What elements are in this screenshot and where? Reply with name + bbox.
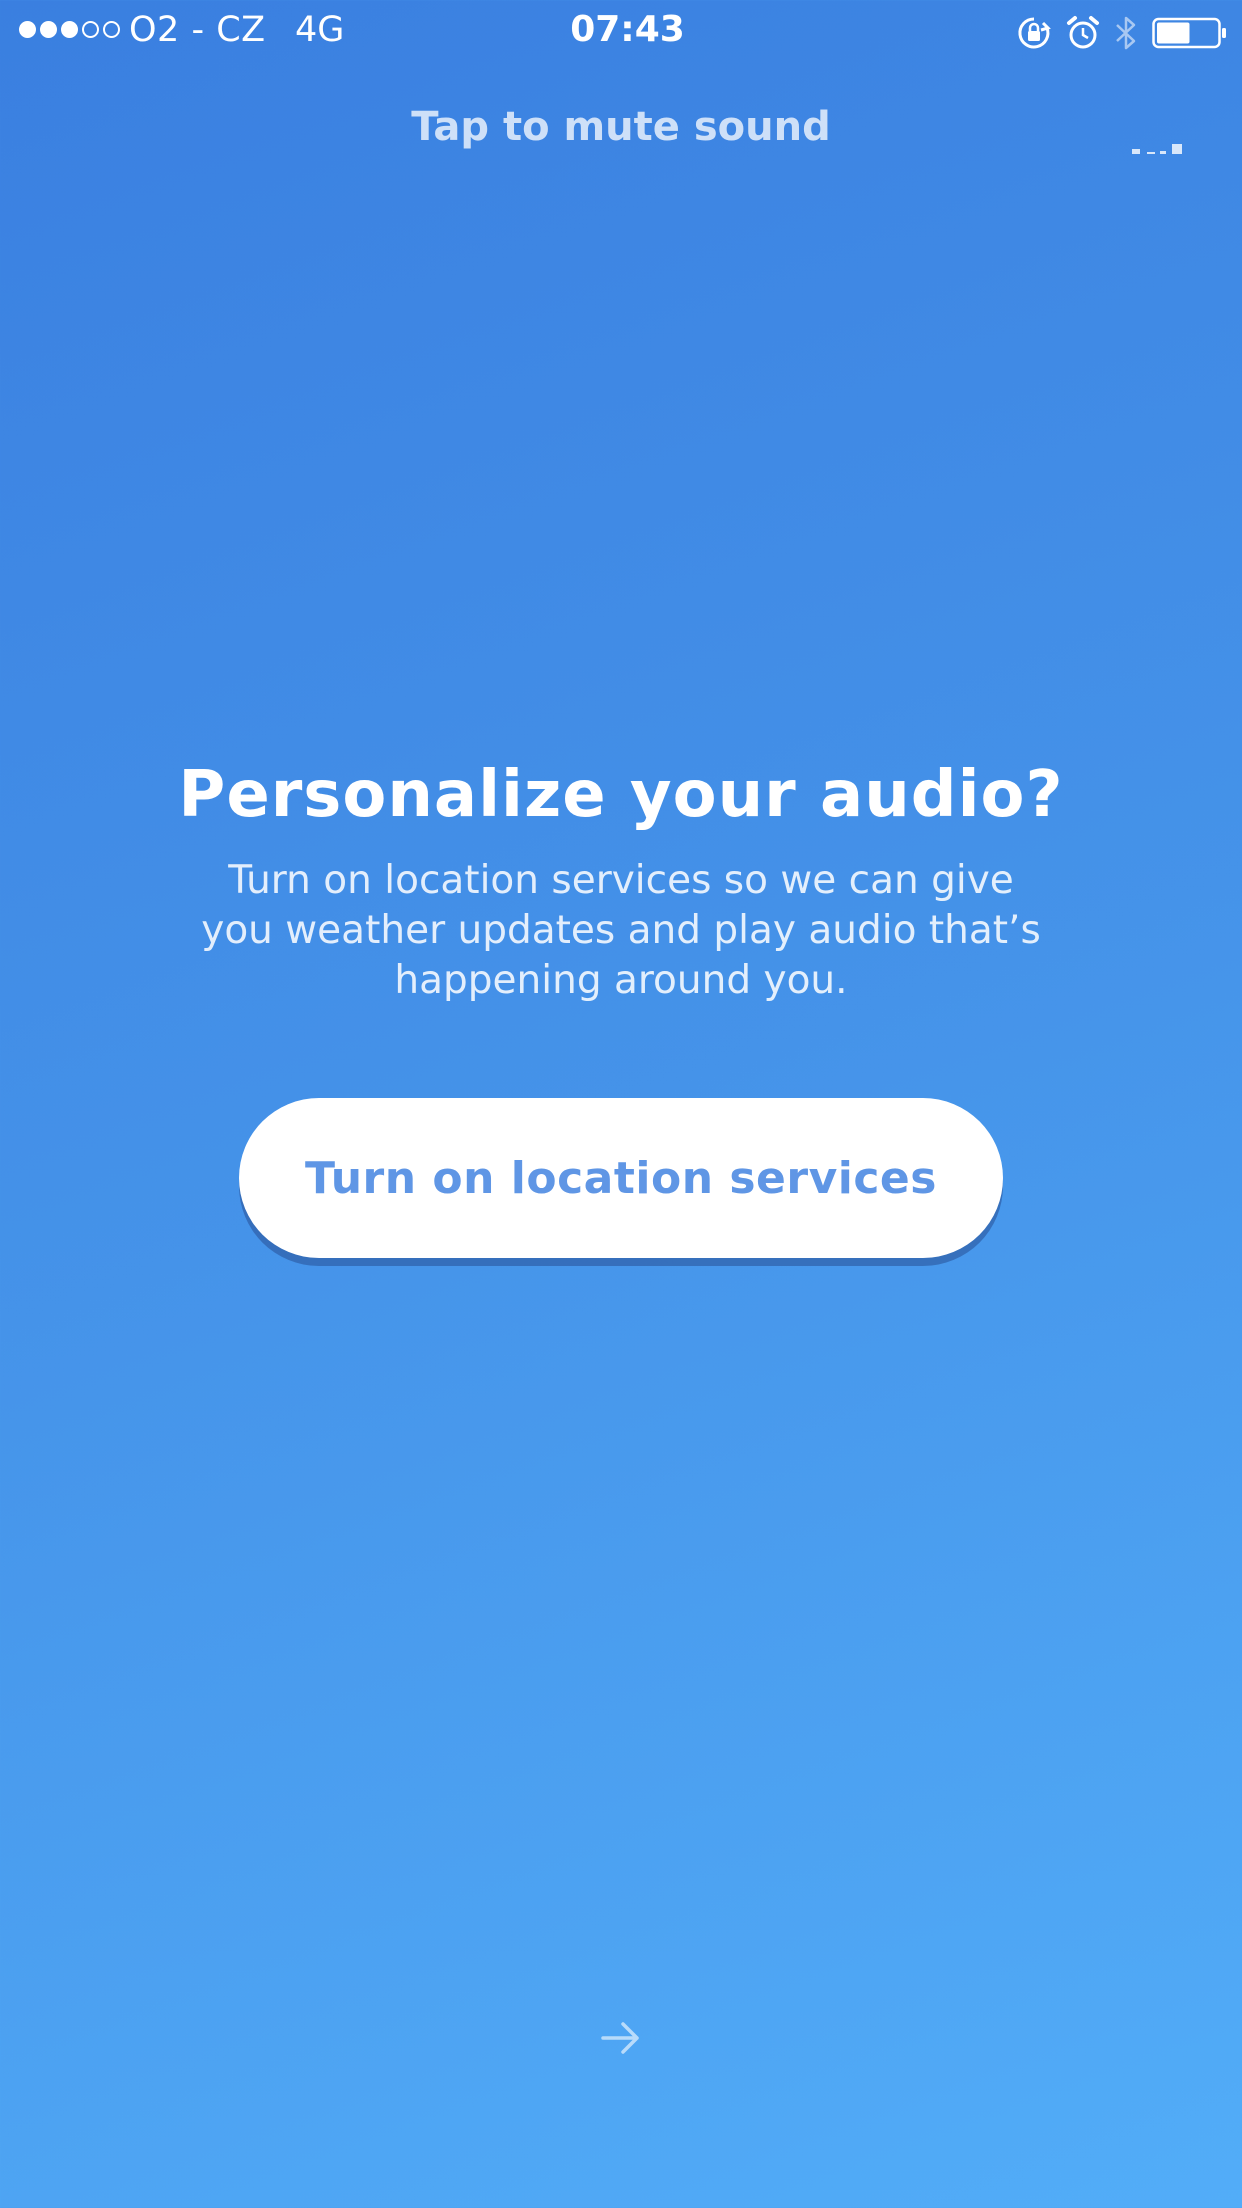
turn-on-location-button[interactable]: Turn on location services — [239, 1098, 1003, 1258]
page-title: Personalize your audio? — [178, 758, 1064, 832]
status-icons — [1016, 14, 1228, 52]
alarm-icon — [1066, 15, 1100, 51]
description-line: happening around you. — [394, 958, 848, 1003]
turn-on-location-label: Turn on location services — [305, 1152, 937, 1204]
rotation-lock-icon — [1016, 15, 1052, 51]
mute-sound-button[interactable]: Tap to mute sound — [0, 104, 1242, 150]
description-line: Turn on location services so we can give — [228, 858, 1014, 903]
equalizer-icon[interactable] — [1132, 136, 1184, 160]
description-line: you weather updates and play audio that’… — [201, 908, 1041, 953]
description-text: Turn on location services so we can give… — [196, 856, 1046, 1006]
arrow-right-icon[interactable] — [599, 2018, 643, 2062]
battery-icon — [1152, 16, 1228, 50]
status-bar: O2 - CZ 4G 07:43 — [0, 0, 1242, 60]
bluetooth-icon — [1114, 14, 1138, 52]
